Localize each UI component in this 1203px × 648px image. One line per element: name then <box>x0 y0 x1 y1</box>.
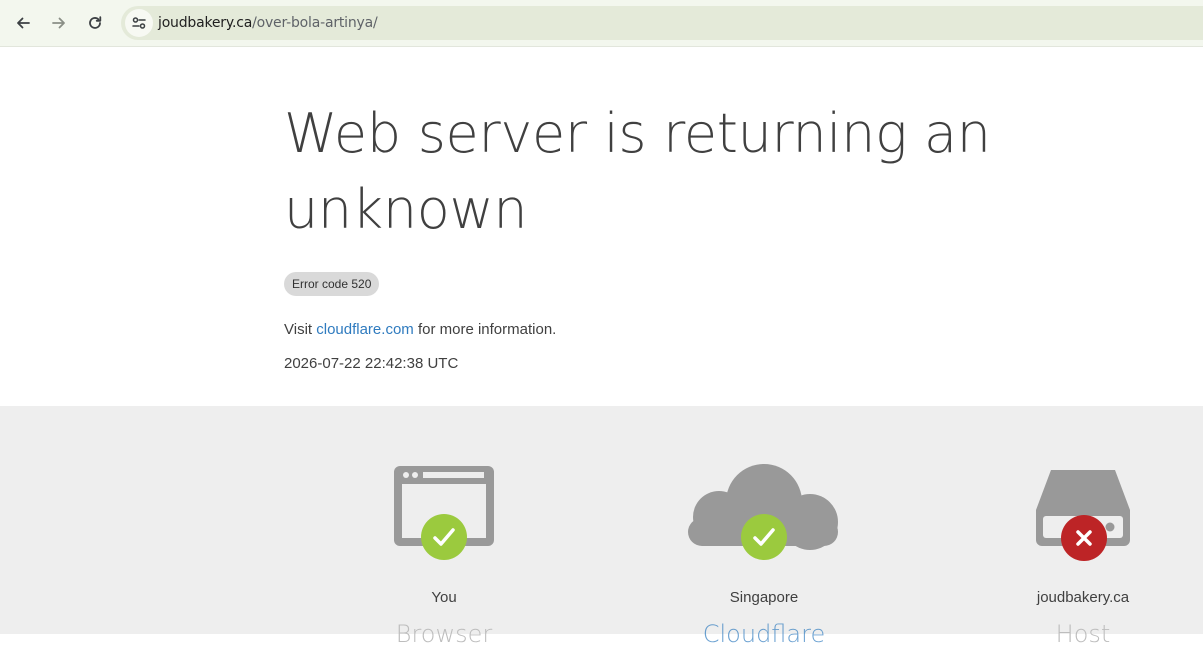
address-bar[interactable]: joudbakery.ca/over-bola-artinya/ <box>121 6 1203 40</box>
error-timestamp: 2026-07-22 22:42:38 UTC <box>284 355 459 372</box>
node-host-type: Host <box>1055 620 1111 648</box>
error-hero: Web server is returning an unknown error … <box>0 47 1203 406</box>
forward-arrow-icon <box>52 17 65 29</box>
error-code-badge: Error code 520 <box>284 272 380 296</box>
node-cloudflare-name: Singapore <box>729 589 799 606</box>
url-path: /over-bola-artinya/ <box>252 15 378 31</box>
reload-button[interactable] <box>80 8 110 38</box>
node-browser-name: You <box>431 589 457 606</box>
browser-toolbar: joudbakery.ca/over-bola-artinya/ <box>0 0 1203 47</box>
visit-prefix: Visit <box>284 321 317 338</box>
success-check-icon <box>741 514 787 560</box>
visit-suffix: for more information. <box>413 321 557 338</box>
node-browser: You Browser <box>344 406 544 648</box>
node-host: joudbakery.ca Host <box>983 406 1183 648</box>
page-title: Web server is returning an unknownerror <box>284 96 1203 248</box>
back-button[interactable] <box>8 8 38 38</box>
title-line-1: Web server is returning an unknown <box>284 102 991 241</box>
success-check-icon <box>421 514 467 560</box>
reload-icon <box>89 16 102 29</box>
error-x-icon <box>1061 515 1107 561</box>
node-browser-type: Browser <box>395 620 493 648</box>
cloudflare-link[interactable]: cloudflare.com <box>316 321 414 338</box>
site-info-icon <box>132 17 146 29</box>
url-domain: joudbakery.ca <box>158 15 253 31</box>
site-info-button[interactable] <box>125 9 153 37</box>
node-cloudflare: Singapore Cloudflare <box>664 406 864 648</box>
info-text: Visit cloudflare.com for more informatio… <box>284 321 556 338</box>
status-diagram: You Browser Singapore Cloudflare joudbak… <box>0 406 1203 648</box>
forward-button[interactable] <box>44 8 74 38</box>
back-arrow-icon <box>17 17 30 29</box>
url-text[interactable]: joudbakery.ca/over-bola-artinya/ <box>158 15 378 31</box>
node-cloudflare-type[interactable]: Cloudflare <box>664 620 864 648</box>
node-host-name: joudbakery.ca <box>1036 589 1130 606</box>
